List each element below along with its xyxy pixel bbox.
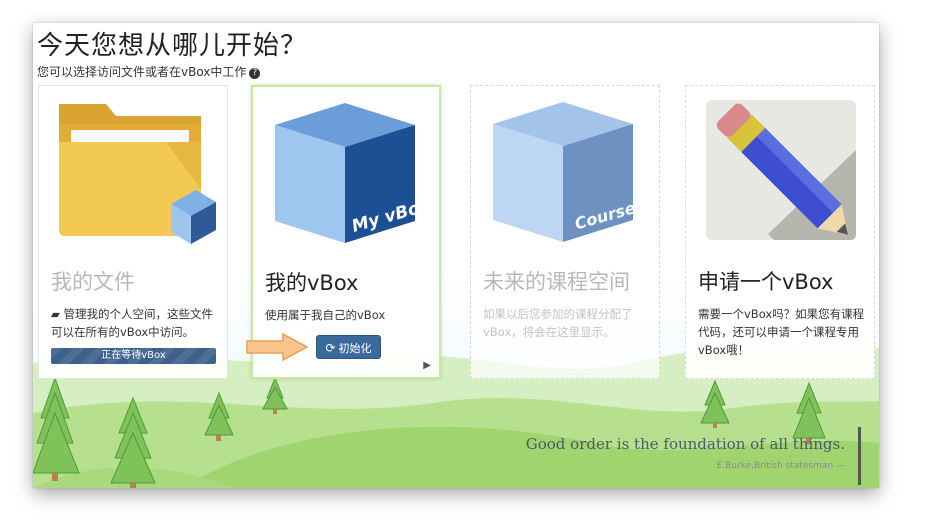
- app-frame: 今天您想从哪儿开始？ 您可以选择访问文件或者在vBox中工作? 我的文件 ▰ 管…: [33, 23, 879, 488]
- folder-icon: [59, 104, 216, 244]
- card-my-files[interactable]: 我的文件 ▰ 管理我的个人空间，这些文件可以在所有的vBox中访问。 正在等待v…: [38, 85, 228, 379]
- card-request-vbox[interactable]: 申请一个vBox 需要一个vBox吗？如果您有课程代码，还可以申请一个课程专用v…: [685, 85, 875, 379]
- card-description: 需要一个vBox吗？如果您有课程代码，还可以申请一个课程专用vBox哦！: [698, 307, 865, 357]
- course-cube-icon: Course: [493, 102, 638, 242]
- pencil-icon: [706, 100, 856, 240]
- play-icon[interactable]: ▶: [423, 360, 431, 371]
- card-future-course: Course 未来的课程空间 如果以后您参加的课程分配了vBox，将会在这里显示…: [470, 85, 660, 379]
- card-description: ▰ 管理我的个人空间，这些文件可以在所有的vBox中访问。: [51, 305, 219, 341]
- quote-divider: [858, 427, 861, 485]
- page-title: 今天您想从哪儿开始？: [37, 31, 308, 61]
- refresh-icon: ⟳: [325, 341, 336, 355]
- card-title: 我的文件: [51, 270, 135, 294]
- card-title: 我的vBox: [265, 271, 359, 295]
- card-title: 申请一个vBox: [698, 270, 834, 294]
- question-circle-icon[interactable]: ?: [249, 68, 261, 79]
- folder-open-icon: ▰: [51, 307, 60, 321]
- page-subtitle: 您可以选择访问文件或者在vBox中工作?: [37, 63, 261, 80]
- vbox-cube-icon: My vBox: [275, 103, 430, 243]
- card-description-text: 管理我的个人空间，这些文件可以在所有的vBox中访问。: [51, 307, 214, 339]
- waiting-status-bar: 正在等待vBox: [51, 348, 216, 364]
- initialize-button[interactable]: ⟳ 初始化: [316, 335, 381, 359]
- card-description: 如果以后您参加的课程分配了vBox，将会在这里显示。: [483, 307, 633, 339]
- quote-text: Good order is the foundation of all thin…: [525, 435, 845, 453]
- initialize-button-label: 初始化: [338, 342, 372, 355]
- card-description: 使用属于我自己的vBox: [265, 308, 386, 322]
- subtitle-text: 您可以选择访问文件或者在vBox中工作: [37, 65, 247, 79]
- pointer-arrow-icon: [246, 333, 309, 361]
- quote-author: E.Burke,British statesman —: [716, 461, 845, 471]
- quote-block: Good order is the foundation of all thin…: [526, 435, 845, 471]
- card-title: 未来的课程空间: [483, 270, 630, 294]
